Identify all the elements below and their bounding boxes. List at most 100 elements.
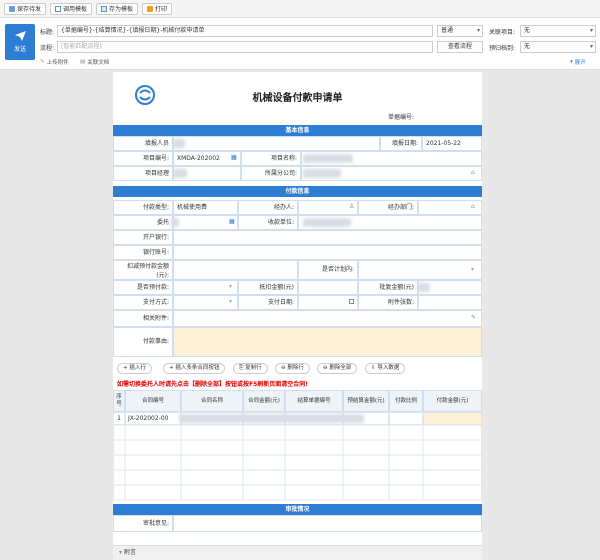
paperclip-icon[interactable]: ✎: [471, 314, 476, 321]
in-plan-select[interactable]: [358, 260, 482, 280]
handler-dept-label: 经办部门:: [358, 200, 418, 215]
print-button[interactable]: 打印: [142, 2, 173, 15]
title-input[interactable]: {单据编号}-{结算情况}-{填报日期}-机械付款申请单: [57, 25, 433, 37]
col-header-no: 序号: [113, 390, 125, 412]
save-draft-button[interactable]: 保存待发: [4, 2, 47, 15]
warning-text: 如需切换委托人时请先点击【删除全部】按钮或按F5刷新页面清空合同!: [117, 381, 309, 388]
insert-multi-contract-label: 插入多条合同按钮: [175, 365, 220, 371]
flow-label: 流程:: [40, 45, 55, 52]
related-doc-link[interactable]: ▤ 关联文档: [80, 58, 109, 66]
col-header-pay-amount: 付款金额(元): [423, 390, 482, 412]
expand-link[interactable]: ▾ 展开: [570, 58, 586, 66]
lookup-icon[interactable]: ▦: [229, 218, 235, 225]
upload-attachment-link[interactable]: ✎ 上传附件: [40, 58, 69, 66]
col-header-contract-amount: 合同金额(元): [243, 390, 285, 412]
plan-amount-unit: (元):: [156, 272, 169, 279]
redacted-value: [303, 154, 353, 163]
approval-opinion-label: 审批意见:: [113, 515, 173, 532]
redacted-value: [179, 414, 364, 423]
empty-table-grid: [113, 425, 482, 501]
redacted-value: [173, 169, 187, 178]
calendar-icon[interactable]: [349, 299, 354, 304]
building-icon[interactable]: ⌂: [471, 169, 475, 176]
pay-amount-cell[interactable]: [423, 412, 482, 425]
related-project-label: 关联项目:: [489, 29, 516, 36]
redacted-value: [173, 139, 185, 148]
chevron-down-icon: ▾: [570, 59, 573, 65]
bank-field[interactable]: [173, 230, 482, 245]
attach-count-field[interactable]: [418, 295, 482, 310]
prepay-label: 是否预付款:: [113, 280, 173, 295]
plan-amount-label-text: 扣减预付款金额: [126, 263, 169, 270]
lookup-icon[interactable]: ▦: [231, 154, 237, 161]
archive-label: 预归档到:: [489, 45, 516, 52]
doc-no-label: 单据编号:: [388, 114, 415, 121]
flow-input[interactable]: [智能匹配流程]: [57, 41, 433, 53]
row-no: 1: [113, 412, 125, 425]
footer-bar[interactable]: ▾ 附言: [113, 545, 482, 560]
related-project-value: 无: [524, 27, 531, 34]
approved-label: 批复金额(元): [358, 280, 418, 295]
save-as-template-icon: [101, 5, 108, 12]
level-value: 普通: [441, 27, 454, 34]
pay-type-field[interactable]: 机械使用费: [173, 200, 238, 215]
insert-row-button[interactable]: + 插入行: [117, 363, 152, 374]
account-field[interactable]: [173, 245, 482, 260]
form-title: 机械设备付款申请单: [252, 93, 343, 104]
related-doc-label: 关联文档: [87, 60, 110, 66]
call-template-button[interactable]: 调用模板: [50, 2, 93, 15]
pay-ratio-cell[interactable]: [389, 412, 423, 425]
save-as-template-button[interactable]: 存为模板: [96, 2, 139, 15]
account-label: 银行账号:: [113, 245, 173, 260]
toolbar: 保存待发 调用模板 存为模板 打印: [0, 0, 600, 18]
project-manager-label: 项目经理: [113, 166, 173, 181]
import-data-button[interactable]: ⇩ 导入数据: [365, 363, 406, 374]
print-icon: [147, 5, 154, 12]
call-template-label: 调用模板: [63, 6, 88, 13]
related-project-select[interactable]: 无: [520, 25, 596, 37]
project-no-label: 项目编号:: [113, 151, 173, 166]
reporter-field[interactable]: [173, 136, 380, 151]
send-button[interactable]: 发送: [5, 24, 35, 60]
level-select[interactable]: 普通: [437, 25, 483, 37]
insert-row-label: 插入行: [129, 365, 146, 371]
plan-amount-label: 扣减预付款金额 (元):: [113, 260, 173, 280]
delete-all-button[interactable]: ⊖ 删除全部: [317, 363, 358, 374]
approval-section: 审批情况: [113, 504, 482, 515]
upload-label: 上传附件: [46, 60, 69, 66]
deduct-field[interactable]: [298, 280, 358, 295]
view-flow-label: 查看流程: [447, 43, 472, 50]
postscript-label: 附言: [123, 549, 136, 556]
archive-select[interactable]: 无: [520, 41, 596, 53]
report-date-field[interactable]: 2021-05-22: [422, 136, 482, 151]
user-icon[interactable]: ♙: [349, 203, 354, 210]
view-flow-button[interactable]: 查看流程: [437, 41, 483, 53]
chevron-down-icon[interactable]: ▾: [229, 283, 232, 290]
project-name-label: 项目名称:: [241, 151, 301, 166]
plan-amount-field[interactable]: [173, 260, 298, 280]
entrust-label: 委托: [113, 215, 173, 230]
chevron-down-icon: ▾: [119, 549, 123, 556]
chevron-down-icon[interactable]: ▾: [229, 298, 232, 305]
copy-row-button[interactable]: ⎘ 复制行: [233, 363, 268, 374]
attach-count-label: 附件张数:: [358, 295, 418, 310]
delete-row-label: 删除行: [287, 365, 304, 371]
attachments-field[interactable]: [173, 310, 482, 327]
archive-value: 无: [524, 43, 531, 50]
building-icon[interactable]: ⌂: [471, 203, 475, 210]
col-header-settle-no: 结算单据编号: [285, 390, 343, 412]
contract-no-cell[interactable]: JX-202002-00: [125, 412, 181, 425]
basic-info-section: 基本信息: [113, 125, 482, 136]
redacted-value: [303, 169, 341, 178]
col-header-presettle-amount: 预结算金额(元): [343, 390, 389, 412]
import-data-label: 导入数据: [377, 365, 400, 371]
redacted-value: [303, 218, 351, 227]
redacted-value: [418, 283, 430, 292]
pay-date-label: 支付日期:: [238, 295, 298, 310]
reporter-label: 填报人员: [113, 136, 173, 151]
reason-textarea[interactable]: [173, 327, 482, 357]
delete-row-button[interactable]: ⊖ 删除行: [275, 363, 310, 374]
insert-multi-contract-button[interactable]: + 插入多条合同按钮: [163, 363, 226, 374]
approval-opinion-field[interactable]: [173, 515, 482, 532]
chevron-down-icon[interactable]: ▾: [471, 266, 474, 273]
